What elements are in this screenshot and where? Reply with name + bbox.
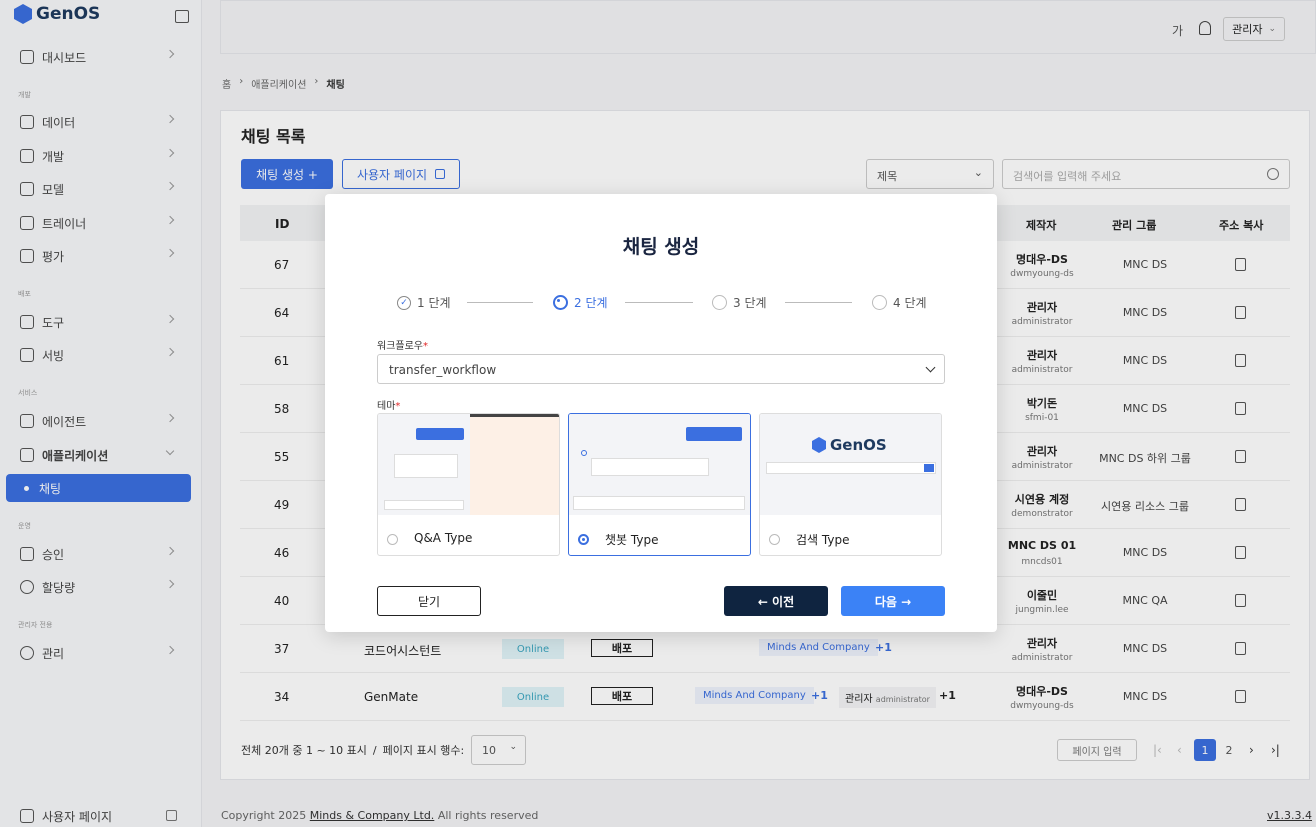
prev-button[interactable]: ← 이전 [724,586,828,616]
create-chat-modal: 채팅 생성 ✓ 1 단계 2 단계 3 단계 4 단계 워크플로우* transf… [325,194,997,632]
chatbot-preview-image [569,414,750,515]
step-3: 3 단계 [712,294,767,311]
workflow-label: 워크플로우* [377,341,428,352]
workflow-select[interactable]: transfer_workflow [377,354,945,384]
step-1: ✓ 1 단계 [397,294,451,311]
search-preview-image: GenOS [760,414,941,515]
check-icon: ✓ [397,295,411,310]
theme-radio-search[interactable] [769,534,780,545]
next-button[interactable]: 다음 → [841,586,945,616]
step-connector [785,302,852,303]
search-preview-logo: GenOS [812,436,887,454]
theme-card-chatbot[interactable]: 챗봇 Type [568,413,751,556]
step-pending-icon [872,295,887,310]
step-current-icon [553,295,568,310]
qa-preview-image [378,414,559,515]
theme-card-qa[interactable]: Q&A Type [377,413,560,556]
theme-radio-chatbot[interactable] [578,534,589,545]
modal-title: 채팅 생성 [622,236,700,258]
step-4: 4 단계 [872,294,927,311]
close-button[interactable]: 닫기 [377,586,481,616]
step-connector [625,302,693,303]
step-2: 2 단계 [553,294,608,311]
chevron-down-icon [925,362,936,373]
step-connector [467,302,533,303]
theme-card-search[interactable]: GenOS 검색 Type [759,413,942,556]
theme-label: 테마* [377,401,401,412]
theme-radio-qa[interactable] [387,534,398,545]
step-pending-icon [712,295,727,310]
logo-icon [812,437,826,453]
